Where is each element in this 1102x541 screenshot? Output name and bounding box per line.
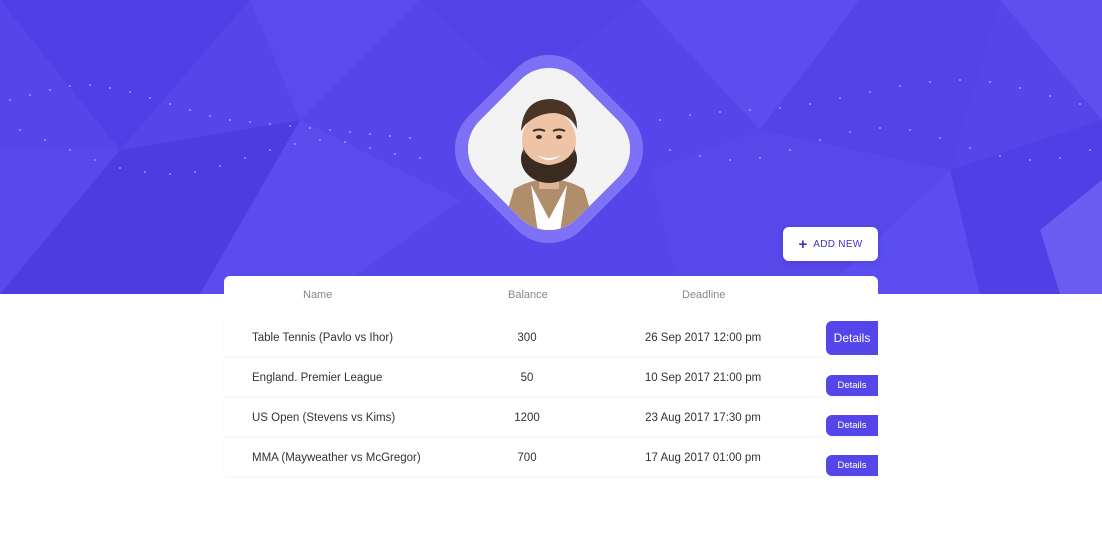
row-balance: 1200 xyxy=(514,412,540,424)
table-row[interactable]: England. Premier League 50 10 Sep 2017 2… xyxy=(224,360,878,396)
row-balance: 700 xyxy=(517,452,537,464)
row-name: US Open (Stevens vs Kims) xyxy=(252,412,396,424)
details-button[interactable]: Details xyxy=(826,455,878,476)
add-new-label: ADD NEW xyxy=(813,238,863,250)
row-name: MMA (Mayweather vs McGregor) xyxy=(252,452,421,464)
hero-header xyxy=(0,0,1102,294)
row-deadline: 17 Aug 2017 01:00 pm xyxy=(645,452,761,464)
column-header-deadline: Deadline xyxy=(682,289,726,301)
table-header: Name Balance Deadline xyxy=(224,276,878,314)
row-deadline: 10 Sep 2017 21:00 pm xyxy=(644,372,762,384)
row-balance: 300 xyxy=(517,332,537,344)
details-button[interactable]: Details xyxy=(826,415,878,436)
user-avatar-photo xyxy=(459,59,639,239)
column-header-name: Name xyxy=(303,289,333,301)
row-name: Table Tennis (Pavlo vs Ihor) xyxy=(252,332,394,344)
table-row[interactable]: Table Tennis (Pavlo vs Ihor) 300 26 Sep … xyxy=(224,320,878,356)
table-row[interactable]: MMA (Mayweather vs McGregor) 700 17 Aug … xyxy=(224,440,878,476)
row-balance: 50 xyxy=(520,372,534,384)
table-row[interactable]: US Open (Stevens vs Kims) 1200 23 Aug 20… xyxy=(224,400,878,436)
details-button[interactable]: Details xyxy=(826,375,878,396)
row-deadline: 23 Aug 2017 17:30 pm xyxy=(645,412,761,424)
row-deadline: 26 Sep 2017 12:00 pm xyxy=(644,332,762,344)
avatar[interactable] xyxy=(435,35,663,263)
add-new-button[interactable]: + ADD NEW xyxy=(783,227,878,261)
avatar-frame xyxy=(451,51,647,247)
bets-table: Name Balance Deadline Table Tennis (Pavl… xyxy=(224,276,878,481)
details-button[interactable]: Details xyxy=(826,321,878,355)
plus-icon: + xyxy=(798,235,808,253)
column-header-balance: Balance xyxy=(508,289,548,301)
row-name: England. Premier League xyxy=(252,372,383,384)
